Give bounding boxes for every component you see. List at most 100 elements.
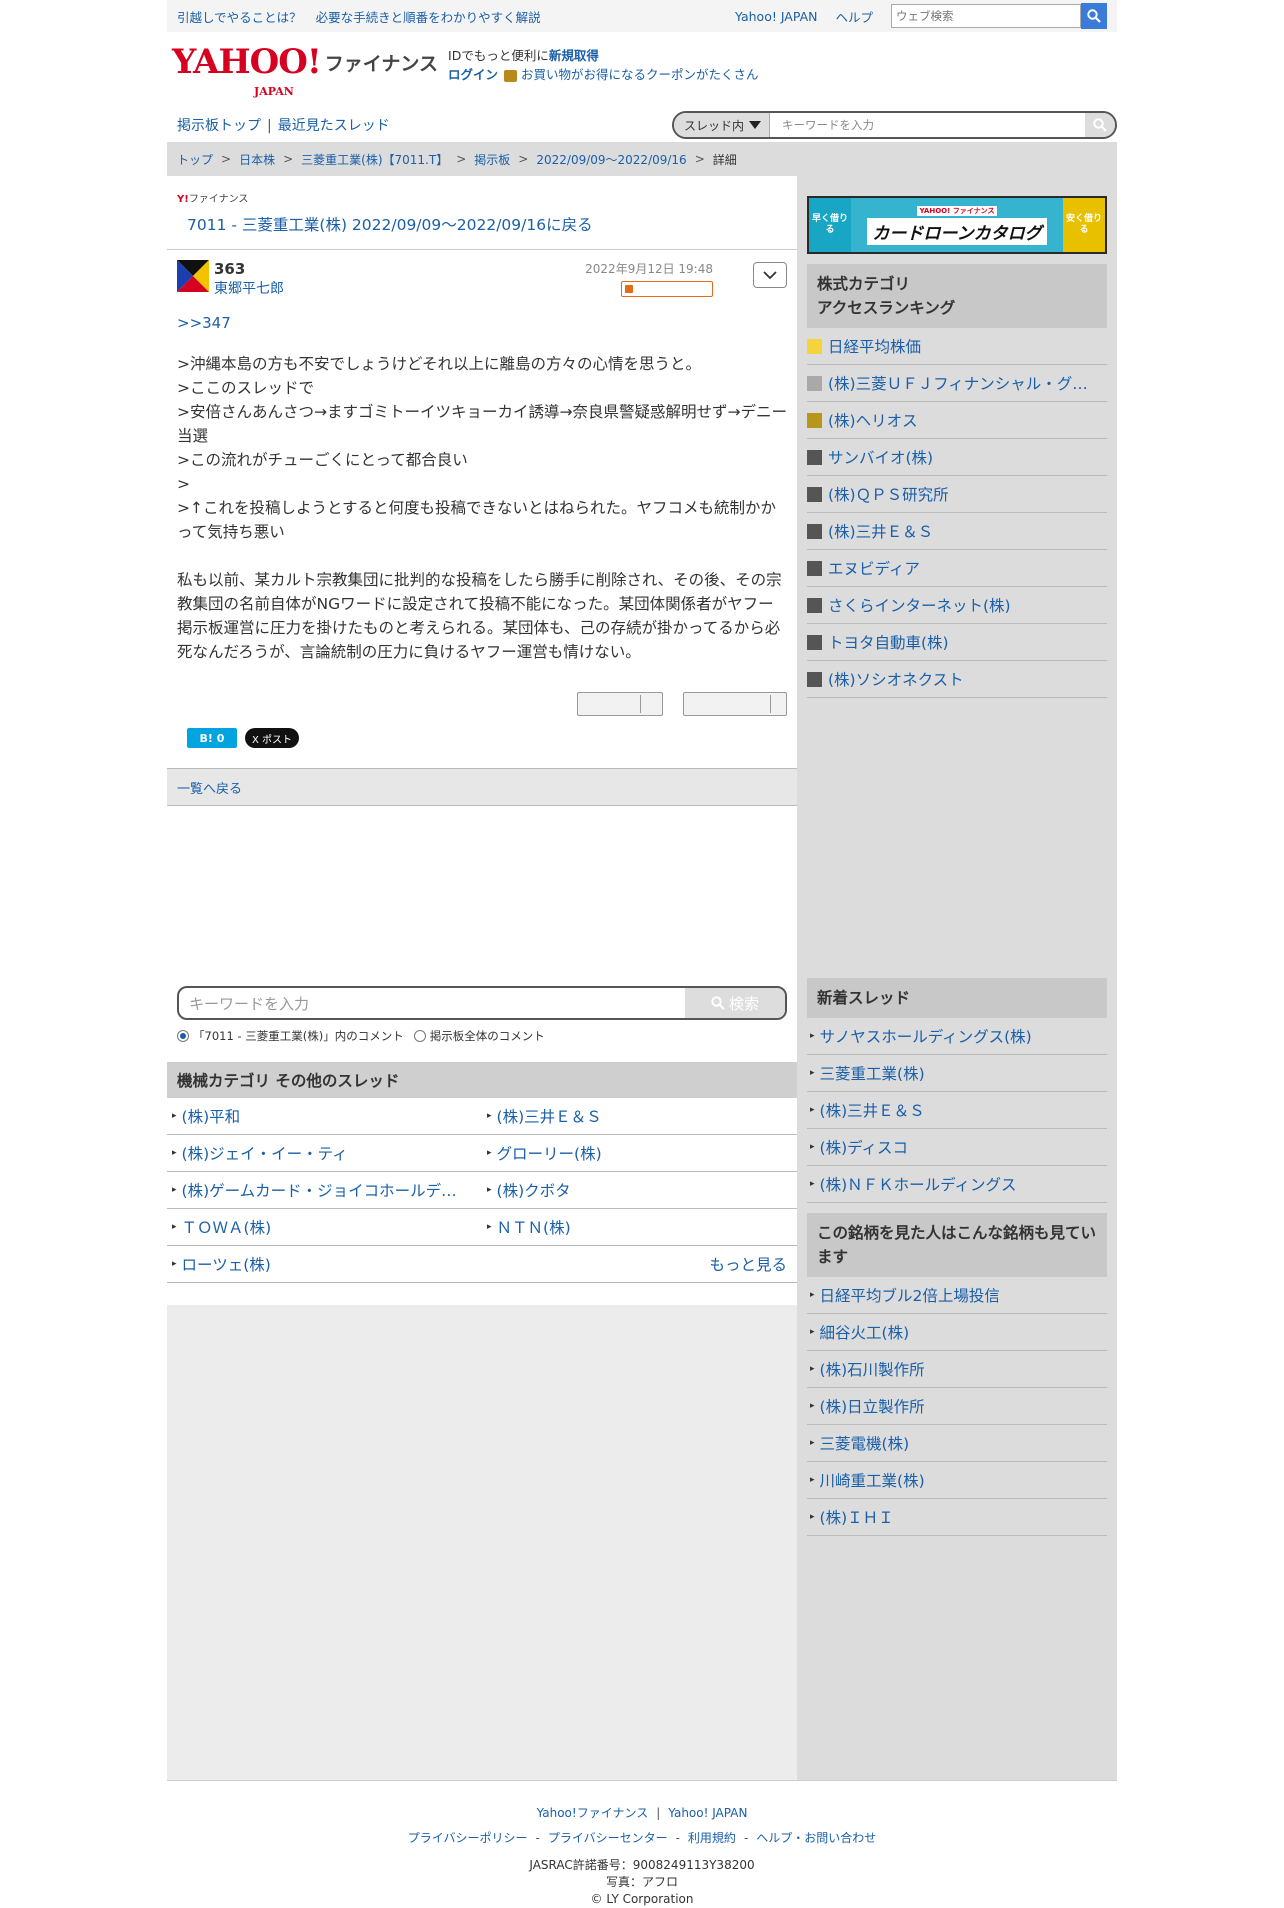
promo-link-2[interactable]: 必要な手続きと順番をわかりやすく解説 [316,10,541,25]
share-buttons: B! 0 X ポスト [167,716,797,748]
breadcrumb-top[interactable]: トップ [177,151,213,168]
new-thread-link[interactable]: ▸ サノヤスホールディングス(株) [807,1018,1107,1055]
login-link[interactable]: ログイン [448,67,498,82]
header: YAHOO! JAPAN ファイナンス IDでもっと便利に新規取得 ログイン お買い… [167,32,1117,102]
ranking-item[interactable]: (株)三井Ｅ＆Ｓ [807,513,1107,550]
rank-marker [807,486,822,502]
more-link[interactable]: もっと見る [482,1246,797,1283]
sidebar: 早く借りる YAHOO! ファイナンス カードローンカタログ 安く借りる 株式カテ… [797,176,1117,1780]
search-icon [711,996,725,1010]
rank-marker [807,560,822,576]
radio-all-scope[interactable] [413,1030,426,1042]
yahoo-japan-link[interactable]: Yahoo! JAPAN [735,9,817,24]
coupon-link[interactable]: お買い物がお得になるクーポンがたくさん [521,67,759,82]
author-link[interactable]: 東郷平七郎 [214,281,284,297]
small-brand: Y!ファイナンス [177,194,249,205]
rank-marker [807,634,822,650]
category-thread-link[interactable]: ▸ ＮＴＮ(株) [482,1209,797,1246]
x-post-button[interactable]: X ポスト [245,728,299,748]
web-search-input[interactable] [891,4,1081,28]
category-thread-link[interactable]: ▸ (株)三井Ｅ＆Ｓ [482,1098,797,1135]
thread-search-button[interactable] [1085,113,1115,137]
category-thread-link[interactable]: ▸ (株)クボタ [482,1172,797,1209]
top-bar: 引越しでやることは？ 必要な手続きと順番をわかりやすく解説 Yahoo! JAPA… [167,0,1117,32]
category-thread-link[interactable]: ▸ ＴＯＷＡ(株) [167,1209,482,1246]
promo-link-1[interactable]: 引越しでやることは？ [177,10,302,25]
rank-marker [807,338,822,354]
dropdown-arrow-icon [749,121,761,129]
breadcrumb-period[interactable]: 2022/09/09〜2022/09/16 [536,151,686,168]
back-to-thread-link[interactable]: 7011 - 三菱重工業(株) 2022/09/09〜2022/09/16に戻る [167,205,797,250]
help-link[interactable]: ヘルプ [835,7,873,26]
card-loan-ad[interactable]: 早く借りる YAHOO! ファイナンス カードローンカタログ 安く借りる [807,196,1107,254]
new-thread-link[interactable]: ▸ 三菱重工業(株) [807,1055,1107,1092]
comment-search-input[interactable]: キーワードを入力 [179,988,685,1018]
yahoo-finance-logo[interactable]: YAHOO! JAPAN ファイナンス [172,45,438,98]
category-thread-link[interactable]: ▸ (株)ゲームカード・ジョイコホールデ… [167,1172,482,1209]
category-thread-link[interactable]: ▸ ローツェ(株) [167,1246,482,1283]
breadcrumb-japan-stocks[interactable]: 日本株 [239,151,275,168]
help-contact-link[interactable]: ヘルプ・お問い合わせ [756,1831,876,1845]
chevron-down-icon [763,270,777,279]
footer-finance-link[interactable]: Yahoo!ファイナンス [537,1806,649,1820]
like-button[interactable] [577,692,663,716]
also-viewed-link[interactable]: ▸ 川崎重工業(株) [807,1462,1107,1499]
breadcrumb-board[interactable]: 掲示板 [474,151,510,168]
ranking-item[interactable]: トヨタ自動車(株) [807,624,1107,661]
ranking-item[interactable]: (株)ソシオネクスト [807,661,1107,698]
ranking-list: 日経平均株価 (株)三菱ＵＦＪフィナンシャル・グ… (株)ヘリオス サンバイオ(… [807,328,1107,698]
main-column: Y!ファイナンス 7011 - 三菱重工業(株) 2022/09/09〜2022… [167,176,797,1780]
ranking-item[interactable]: (株)ＱＰＳ研究所 [807,476,1107,513]
avatar [177,260,209,292]
dislike-button[interactable] [683,692,787,716]
privacy-policy-link[interactable]: プライバシーポリシー [408,1831,528,1845]
rank-marker [807,412,822,428]
breadcrumb-stock[interactable]: 三菱重工業(株)【7011.T】 [301,151,448,168]
also-viewed-link[interactable]: ▸ 三菱電機(株) [807,1425,1107,1462]
board-nav: 掲示板トップ | 最近見たスレッド スレッド内 キーワードを入力 [167,108,1117,142]
id-box: IDでもっと便利に新規取得 ログイン お買い物がお得になるクーポンがたくさん [448,48,759,82]
recent-threads-link[interactable]: 最近見たスレッド [278,118,390,134]
comment-search-button[interactable]: 検索 [685,988,785,1018]
terms-link[interactable]: 利用規約 [688,1831,736,1845]
back-to-list-link[interactable]: 一覧へ戻る [167,768,797,806]
also-viewed-link[interactable]: ▸ 日経平均ブル2倍上場投信 [807,1277,1107,1314]
also-viewed-link[interactable]: ▸ (株)日立製作所 [807,1388,1107,1425]
ranking-item[interactable]: サンバイオ(株) [807,439,1107,476]
also-viewed-link[interactable]: ▸ (株)ＩＨＩ [807,1499,1107,1536]
rank-marker [807,671,822,687]
photo-credit: 写真：アフロ [605,1875,678,1889]
thread-search-input[interactable]: キーワードを入力 [770,117,1085,133]
reply-anchor-link[interactable]: >>347 [177,314,787,332]
hatena-bookmark-button[interactable]: B! 0 [187,728,237,748]
ranking-item[interactable]: 日経平均株価 [807,328,1107,365]
also-viewed-title: この銘柄を見た人はこんな銘柄も見ています [807,1213,1107,1277]
new-thread-link[interactable]: ▸ (株)ＮＦＫホールディングス [807,1166,1107,1203]
gift-icon [504,69,518,82]
category-thread-link[interactable]: ▸ (株)平和 [167,1098,482,1135]
ranking-item[interactable]: エヌビディア [807,550,1107,587]
category-thread-link[interactable]: ▸ グローリー(株) [482,1135,797,1172]
post-menu-button[interactable] [753,262,787,288]
privacy-center-link[interactable]: プライバシーセンター [548,1831,668,1845]
web-search-button[interactable] [1081,3,1107,29]
category-section-title: 機械カテゴリ その他のスレッド [167,1062,797,1098]
new-thread-link[interactable]: ▸ (株)ディスコ [807,1129,1107,1166]
search-scope-select[interactable]: スレッド内 [674,113,770,137]
sidebar-ad-space [807,698,1107,968]
search-scope-radios: 「7011 - 三菱重工業(株)」内のコメント 掲示板全体のコメント [167,1020,797,1044]
also-viewed-link[interactable]: ▸ 細谷火工(株) [807,1314,1107,1351]
new-thread-link[interactable]: ▸ (株)三井Ｅ＆Ｓ [807,1092,1107,1129]
also-viewed-link[interactable]: ▸ (株)石川製作所 [807,1351,1107,1388]
new-threads-list: ▸ サノヤスホールディングス(株) ▸ 三菱重工業(株) ▸ (株)三井Ｅ＆Ｓ ▸ (株… [807,1018,1107,1203]
ranking-item[interactable]: さくらインターネット(株) [807,587,1107,624]
board-top-link[interactable]: 掲示板トップ [177,118,261,134]
radio-thread-scope[interactable] [177,1030,189,1042]
signup-link[interactable]: 新規取得 [549,48,599,63]
ranking-item[interactable]: (株)ヘリオス [807,402,1107,439]
footer: Yahoo!ファイナンス | Yahoo! JAPAN プライバシーポリシー - プライ… [167,1780,1117,1908]
post: 363 東郷平七郎 2022年9月12日 19:48 >>347 >沖縄本島の方… [167,250,797,664]
footer-yahoo-japan-link[interactable]: Yahoo! JAPAN [668,1806,747,1820]
ranking-item[interactable]: (株)三菱ＵＦＪフィナンシャル・グ… [807,365,1107,402]
category-thread-link[interactable]: ▸ (株)ジェイ・イー・ティ [167,1135,482,1172]
